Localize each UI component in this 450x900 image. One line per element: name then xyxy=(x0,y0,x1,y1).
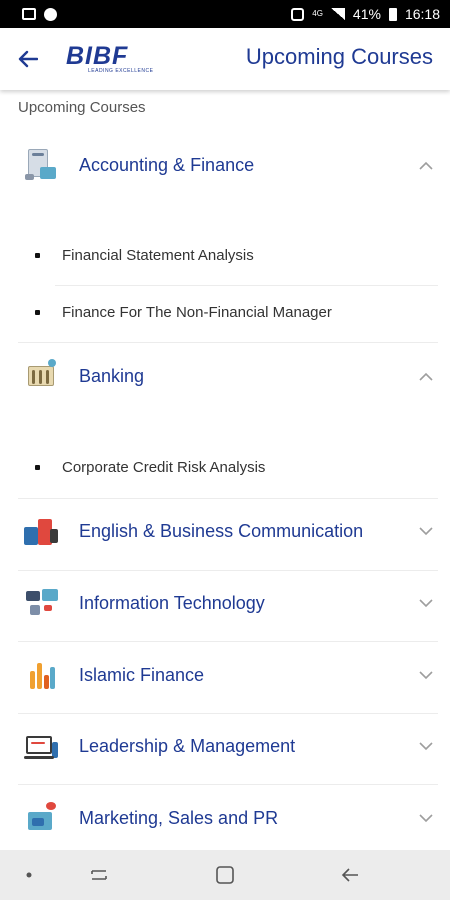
home-button[interactable] xyxy=(210,863,240,887)
category-label: Leadership & Management xyxy=(79,735,296,756)
marketing-icon xyxy=(22,800,62,836)
course-item[interactable]: Finance For The Non-Financial Manager xyxy=(35,297,435,327)
status-bar: 4G 41% 16:18 xyxy=(0,0,450,28)
dot-icon xyxy=(26,872,32,878)
divider xyxy=(18,784,438,785)
category-information-technology[interactable]: Information Technology xyxy=(18,574,438,632)
section-caption: Upcoming Courses xyxy=(18,99,146,116)
clock: 16:18 xyxy=(404,6,440,22)
recent-apps-button[interactable] xyxy=(84,863,114,887)
divider xyxy=(18,713,438,714)
bibf-logo: BIBF LEADING EXCELLENCE xyxy=(66,42,154,75)
divider xyxy=(18,641,438,642)
system-back-button[interactable] xyxy=(335,863,365,887)
course-item[interactable]: Corporate Credit Risk Analysis xyxy=(35,452,435,482)
category-label: Information Technology xyxy=(79,592,265,613)
divider xyxy=(55,285,438,286)
bullet xyxy=(35,252,40,258)
logo-text: BIBF xyxy=(66,42,129,70)
category-label: Banking xyxy=(79,365,145,386)
gallery-notification-icon xyxy=(22,8,36,20)
signal-icon xyxy=(330,8,345,20)
leadership-icon xyxy=(22,728,62,764)
chevron-down-icon xyxy=(416,521,436,541)
category-label: Islamic Finance xyxy=(79,664,205,685)
chevron-down-icon xyxy=(416,736,436,756)
banking-icon xyxy=(22,358,62,394)
app-bar: BIBF LEADING EXCELLENCE Upcoming Courses xyxy=(0,28,450,90)
home-icon xyxy=(216,866,234,884)
category-label: Marketing, Sales and PR xyxy=(79,807,279,828)
logo-tagline: LEADING EXCELLENCE xyxy=(88,68,154,74)
category-accounting-finance[interactable]: Accounting & Finance xyxy=(18,136,438,194)
chevron-down-icon xyxy=(416,593,436,613)
bullet xyxy=(35,309,40,315)
divider xyxy=(18,342,438,343)
accounting-finance-icon xyxy=(22,147,62,183)
chevron-up-icon xyxy=(416,155,436,175)
network-type: 4G xyxy=(312,9,323,18)
category-leadership-management[interactable]: Leadership & Management xyxy=(18,717,438,775)
course-label: Financial Statement Analysis xyxy=(62,246,254,264)
category-label: Accounting & Finance xyxy=(79,154,255,175)
category-label: English & Business Communication xyxy=(79,520,364,541)
islamic-finance-icon xyxy=(22,657,62,693)
course-list[interactable]: Upcoming Courses Accounting & Finance Fi… xyxy=(0,90,450,850)
battery-icon xyxy=(388,7,397,21)
divider xyxy=(18,498,438,499)
category-islamic-finance[interactable]: Islamic Finance xyxy=(18,646,438,704)
category-marketing-sales-pr[interactable]: Marketing, Sales and PR xyxy=(18,789,438,847)
bullet xyxy=(35,464,40,470)
course-label: Finance For The Non-Financial Manager xyxy=(62,303,332,321)
chevron-down-icon xyxy=(416,665,436,685)
chevron-up-icon xyxy=(416,366,436,386)
category-banking[interactable]: Banking xyxy=(18,347,438,405)
arrow-left-icon xyxy=(18,50,38,68)
status-left xyxy=(22,7,57,21)
back-arrow-icon xyxy=(341,868,358,882)
chevron-down-icon xyxy=(416,808,436,828)
alarm-icon xyxy=(291,7,305,21)
compass-notification-icon xyxy=(44,7,57,21)
battery-percent: 41% xyxy=(352,6,381,22)
communication-icon xyxy=(22,513,62,549)
divider xyxy=(18,570,438,571)
status-right: 4G 41% 16:18 xyxy=(291,6,440,22)
course-item[interactable]: Financial Statement Analysis xyxy=(35,240,435,270)
back-button[interactable] xyxy=(8,39,48,79)
nav-dot-button[interactable] xyxy=(14,863,44,887)
information-technology-icon xyxy=(22,585,62,621)
course-label: Corporate Credit Risk Analysis xyxy=(62,458,266,476)
category-english-business-communication[interactable]: English & Business Communication xyxy=(18,502,438,560)
page-title: Upcoming Courses xyxy=(245,44,433,69)
system-nav-bar xyxy=(0,850,450,900)
recent-apps-icon xyxy=(91,870,107,880)
